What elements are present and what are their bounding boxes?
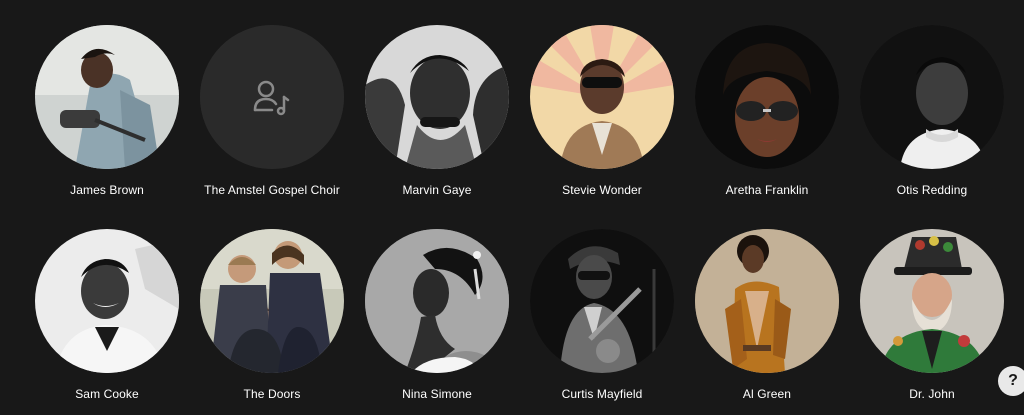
artist-name[interactable]: Aretha Franklin xyxy=(672,183,862,197)
artist-photo xyxy=(860,229,1004,373)
artist-card-otis-redding[interactable]: Otis Redding xyxy=(857,25,1007,210)
artist-card-curtis-mayfield[interactable]: Curtis Mayfield xyxy=(527,229,677,414)
artist-name[interactable]: Nina Simone xyxy=(342,387,532,401)
artist-grid: James Brown The Amstel Gospel Choir Marv… xyxy=(0,0,1024,415)
artist-photo xyxy=(695,25,839,169)
artist-card-marvin-gaye[interactable]: Marvin Gaye xyxy=(362,25,512,210)
artist-image[interactable] xyxy=(530,25,674,169)
artist-photo xyxy=(530,229,674,373)
artist-image[interactable] xyxy=(35,25,179,169)
artist-image[interactable] xyxy=(860,25,1004,169)
artist-photo xyxy=(530,25,674,169)
artist-image[interactable] xyxy=(365,229,509,373)
artist-name[interactable]: James Brown xyxy=(12,183,202,197)
artist-name[interactable]: The Amstel Gospel Choir xyxy=(177,183,367,197)
artist-card-the-doors[interactable]: The Doors xyxy=(197,229,347,414)
artist-image[interactable] xyxy=(35,229,179,373)
artist-name[interactable]: Al Green xyxy=(672,387,862,401)
artist-card-james-brown[interactable]: James Brown xyxy=(32,25,182,210)
artist-card-nina-simone[interactable]: Nina Simone xyxy=(362,229,512,414)
artist-image[interactable] xyxy=(200,25,344,169)
artist-photo xyxy=(35,25,179,169)
artist-photo xyxy=(200,229,344,373)
artist-placeholder-icon xyxy=(200,25,344,169)
artist-card-al-green[interactable]: Al Green xyxy=(692,229,842,414)
artist-image[interactable] xyxy=(695,25,839,169)
artist-image[interactable] xyxy=(365,25,509,169)
artist-card-aretha-franklin[interactable]: Aretha Franklin xyxy=(692,25,842,210)
artist-card-the-amstel-gospel-choir[interactable]: The Amstel Gospel Choir xyxy=(197,25,347,210)
artist-photo xyxy=(860,25,1004,169)
artist-name[interactable]: Marvin Gaye xyxy=(342,183,532,197)
artist-name[interactable]: Dr. John xyxy=(837,387,1024,401)
artist-photo xyxy=(35,229,179,373)
artist-photo xyxy=(695,229,839,373)
artist-image[interactable] xyxy=(860,229,1004,373)
artist-image[interactable] xyxy=(695,229,839,373)
artist-photo xyxy=(365,25,509,169)
artist-name[interactable]: Otis Redding xyxy=(837,183,1024,197)
artist-card-stevie-wonder[interactable]: Stevie Wonder xyxy=(527,25,677,210)
artist-image[interactable] xyxy=(200,229,344,373)
artist-photo xyxy=(365,229,509,373)
artist-name[interactable]: Stevie Wonder xyxy=(507,183,697,197)
artist-card-sam-cooke[interactable]: Sam Cooke xyxy=(32,229,182,414)
artist-image[interactable] xyxy=(530,229,674,373)
artist-name[interactable]: Curtis Mayfield xyxy=(507,387,697,401)
artist-name[interactable]: Sam Cooke xyxy=(12,387,202,401)
help-button[interactable]: ? xyxy=(998,366,1024,396)
artist-name[interactable]: The Doors xyxy=(177,387,367,401)
artist-card-dr-john[interactable]: Dr. John xyxy=(857,229,1007,414)
